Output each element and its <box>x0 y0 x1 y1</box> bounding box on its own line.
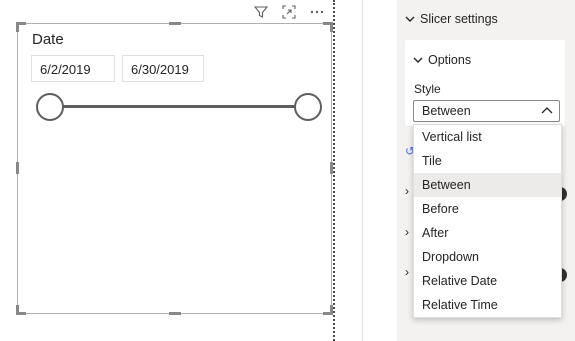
visual-header <box>252 3 326 21</box>
chevron-down-icon <box>413 57 423 63</box>
dropdown-option[interactable]: Vertical list <box>414 125 561 149</box>
start-date-input[interactable]: 6/2/2019 <box>31 55 115 82</box>
page-boundary <box>333 0 335 341</box>
range-slider-start-handle[interactable] <box>36 93 64 121</box>
dropdown-option[interactable]: Relative Date <box>414 269 561 293</box>
resize-handle-bottom-left[interactable] <box>16 305 26 315</box>
resize-handle-top-right[interactable] <box>323 22 333 32</box>
chevron-right-icon[interactable]: › <box>405 265 409 279</box>
focus-mode-icon[interactable] <box>280 3 298 21</box>
chevron-down-icon <box>405 16 415 22</box>
chevron-right-icon[interactable]: › <box>405 225 409 239</box>
canvas-divider <box>362 0 363 341</box>
range-slider-end-handle[interactable] <box>294 93 322 121</box>
slicer-title: Date <box>32 31 64 48</box>
resize-handle-top-left[interactable] <box>16 22 26 32</box>
chevron-right-icon[interactable]: › <box>405 184 409 198</box>
resize-handle-left[interactable] <box>16 162 19 174</box>
date-slicer-visual[interactable]: Date 6/2/2019 6/30/2019 <box>16 22 333 315</box>
options-label: Options <box>428 53 472 67</box>
more-options-icon[interactable] <box>308 3 326 21</box>
dropdown-option[interactable]: After <box>414 221 561 245</box>
chevron-up-icon <box>541 107 553 114</box>
slicer-settings-header[interactable]: Slicer settings <box>405 12 498 26</box>
options-header[interactable]: Options <box>413 53 471 67</box>
style-label: Style <box>414 82 441 96</box>
dropdown-option[interactable]: Before <box>414 197 561 221</box>
resize-handle-bottom[interactable] <box>169 312 181 315</box>
dropdown-option[interactable]: Tile <box>414 149 561 173</box>
style-select[interactable]: Between <box>413 100 560 122</box>
report-canvas: Date 6/2/2019 6/30/2019 <box>0 0 362 341</box>
style-dropdown-list: Vertical list Tile Between Before After Dropd… <box>413 124 562 318</box>
resize-handle-top[interactable] <box>169 22 181 25</box>
range-slider-track[interactable] <box>50 105 306 108</box>
options-card: Options Style Between <box>405 40 565 126</box>
dropdown-option[interactable]: Between <box>414 173 561 197</box>
end-date-input[interactable]: 6/30/2019 <box>122 55 204 82</box>
resize-handle-bottom-right[interactable] <box>323 305 333 315</box>
style-select-value: Between <box>422 104 471 118</box>
dropdown-option[interactable]: Relative Time <box>414 293 561 317</box>
filter-icon[interactable] <box>252 3 270 21</box>
dropdown-option[interactable]: Dropdown <box>414 245 561 269</box>
slicer-settings-label: Slicer settings <box>420 12 498 26</box>
